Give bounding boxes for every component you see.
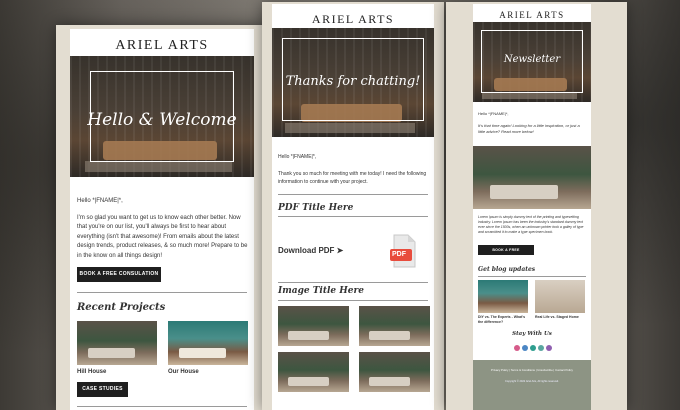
email-card: ARIEL ARTS Newsletter Hello *|FNAME|*, I… [473,4,591,410]
pinterest-icon[interactable] [530,345,536,351]
brand-logo: ARIEL ARTS [115,38,209,53]
project-image-hill-house[interactable] [77,321,157,365]
brand-logo: ARIEL ARTS [499,10,565,20]
greeting: Hello *|FNAME|*, [478,111,509,116]
couch-shape [368,330,411,340]
brand-logo: ARIEL ARTS [311,12,395,26]
blog-image-diy[interactable] [478,280,528,313]
couch-shape [368,376,411,386]
divider [278,282,428,283]
body-text: Thank you so much for meeting with me to… [278,171,427,185]
hero-script-title: Hello & Welcome [87,110,237,130]
rug-shape [284,122,415,133]
divider [278,194,428,195]
hero-image: Newsletter [473,22,591,102]
couch-shape [179,348,226,358]
email-preview-newsletter: ARIEL ARTS Newsletter Hello *|FNAME|*, I… [446,2,627,410]
body-text: I'm so glad you want to get us to know e… [77,215,248,259]
pdf-file-icon[interactable]: PDF [389,234,417,268]
newsletter-footer: Privacy Policy | Terms & Conditions | Un… [473,360,591,410]
footer-link[interactable]: Unsubscribe [537,368,553,372]
twitter-icon[interactable] [538,345,544,351]
facebook-icon[interactable] [522,345,528,351]
gallery-image-1[interactable] [278,306,349,346]
couch-shape [88,348,135,358]
pdf-title-heading: PDF Title Here [278,203,354,213]
hero-image: Thanks for chatting! [272,28,434,137]
footer-copyright: Copyright © 2022 Ariel Arts, All rights … [505,380,559,383]
couch-shape [489,185,558,199]
email-card: ARIEL ARTS Hello & Welcome Hello *|FNAME… [70,29,254,410]
feature-image [473,146,591,209]
hero-image: Hello & Welcome [70,56,254,177]
hero-script-title: Newsletter [503,54,561,65]
divider [77,406,247,407]
footer-link[interactable]: Terms & Conditions [511,368,535,372]
download-pdf-link[interactable]: Download PDF ➤ [278,246,343,255]
project-caption-our-house: Our House [168,369,199,375]
image-title-heading: Image Title Here [278,286,364,296]
recent-projects-heading: Recent Projects [77,302,166,313]
project-caption-hill-house: Hill House [77,369,107,375]
blog-image-staged[interactable] [535,280,585,313]
book-consultation-button[interactable]: BOOK A FREE CONSULATION [77,267,161,282]
blog-updates-heading: Get blog updates [478,266,536,273]
greeting: Hello *|FNAME|*, [77,198,123,204]
case-studies-button[interactable]: CASE STUDIES [77,382,128,397]
intro-text: It's that time again! Looking for a litt… [478,123,580,134]
instagram-icon[interactable] [514,345,520,351]
email-preview-welcome: ARIEL ARTS Hello & Welcome Hello *|FNAME… [56,25,268,410]
pdf-badge-label: PDF [392,251,406,258]
footer-link[interactable]: Contact Policy [555,368,573,372]
greeting: Hello *|FNAME|*, [278,154,317,160]
gallery-image-4[interactable] [359,352,430,392]
blog-title-staged[interactable]: Real Life vs. Staged Home [535,315,587,320]
rug-shape [84,161,232,173]
book-consultation-button[interactable]: BOOK A FREE CONSULATION [478,245,534,262]
gallery-image-2[interactable] [359,306,430,346]
email-card: ARIEL ARTS Thanks for chatting! Hello *|… [272,4,434,410]
divider [478,276,586,277]
footer-link[interactable]: Privacy Policy [491,368,508,372]
hero-script-title: Thanks for chatting! [285,74,421,89]
gallery-image-3[interactable] [278,352,349,392]
blog-title-diy[interactable]: DIY vs. The Experts - What's the differe… [478,315,530,324]
stay-with-us-heading: Stay With Us [512,331,552,337]
divider [77,292,247,293]
couch-shape [287,376,330,386]
email-icon[interactable] [546,345,552,351]
project-image-our-house[interactable] [168,321,248,365]
footer-links: Privacy Policy | Terms & Conditions | Un… [491,368,573,372]
couch-shape [287,330,330,340]
divider [278,300,428,301]
email-preview-thanks: ARIEL ARTS Thanks for chatting! Hello *|… [262,2,444,410]
divider [278,216,428,217]
lorem-text: Lorem Ipsum is simply dummy text of the … [478,215,584,234]
